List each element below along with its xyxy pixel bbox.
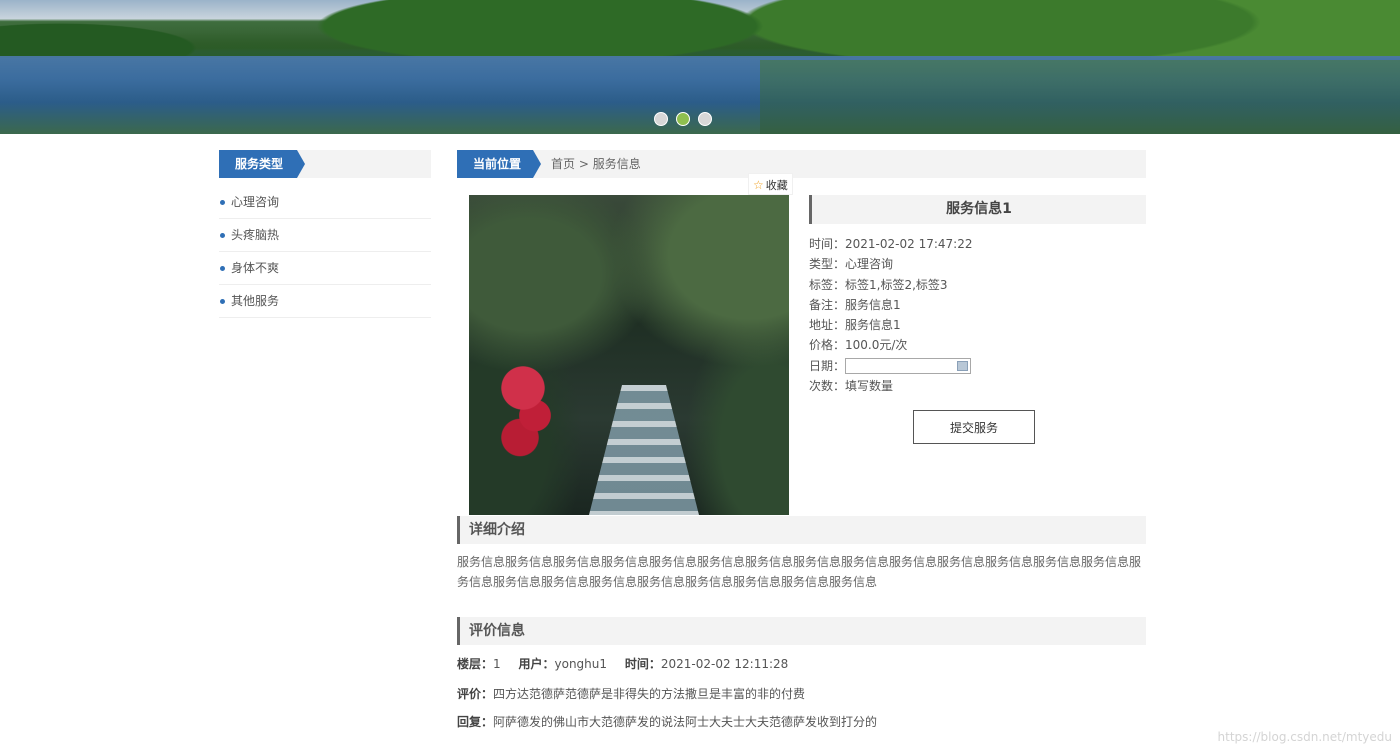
sidebar-title: 服务类型: [219, 150, 305, 178]
review-reply-text: 阿萨德发的佛山市大范德萨发的说法阿士大夫士大夫范德萨发收到打分的: [493, 715, 878, 729]
review-reply-label: 回复：: [457, 715, 494, 729]
carousel-dots: [654, 112, 712, 126]
detail-text: 服务信息服务信息服务信息服务信息服务信息服务信息服务信息服务信息服务信息服务信息…: [457, 555, 1142, 589]
review-comment-label: 评价：: [457, 687, 494, 701]
field-note-value: 服务信息1: [845, 297, 901, 312]
sidebar-item-headache[interactable]: 头疼脑热: [219, 219, 431, 252]
field-date-label: 日期：: [809, 358, 846, 373]
carousel-dot-1[interactable]: [654, 112, 668, 126]
service-fields: 时间：2021-02-02 17:47:22 类型：心理咨询 标签：标签1,标签…: [809, 234, 1146, 396]
field-price-label: 价格：: [809, 338, 846, 353]
review-comment-text: 四方达范德萨范德萨是非得失的方法撒旦是丰富的非的付费: [493, 687, 806, 701]
field-type: 类型：心理咨询: [809, 254, 1146, 274]
field-price: 价格：100.0元/次: [809, 335, 1146, 355]
service-info: 服务信息1 时间：2021-02-02 17:47:22 类型：心理咨询 标签：…: [809, 195, 1146, 444]
service-title: 服务信息1: [809, 195, 1146, 224]
sidebar-item-unwell[interactable]: 身体不爽: [219, 252, 431, 285]
field-note-label: 备注：: [809, 297, 846, 312]
field-price-value: 100.0元/次: [845, 338, 908, 353]
photo-flowers: [499, 355, 559, 465]
banner-forest: [0, 0, 1400, 58]
sidebar-item-other[interactable]: 其他服务: [219, 285, 431, 318]
field-date: 日期：: [809, 356, 1146, 376]
field-time: 时间：2021-02-02 17:47:22: [809, 234, 1146, 254]
sidebar-list: 心理咨询 头疼脑热 身体不爽 其他服务: [219, 186, 431, 318]
date-input[interactable]: [845, 358, 972, 375]
review-time-label: 时间：: [624, 657, 661, 671]
field-type-value: 心理咨询: [845, 257, 894, 272]
carousel-dot-3[interactable]: [698, 112, 712, 126]
watermark: https://blog.csdn.net/mtyedu: [1217, 730, 1392, 744]
field-time-value: 2021-02-02 17:47:22: [845, 237, 973, 251]
favorite-label: 收藏: [765, 179, 788, 192]
favorite-button[interactable]: ☆ 收藏: [748, 173, 793, 195]
field-tags-value: 标签1,标签2,标签3: [845, 277, 948, 292]
field-address-value: 服务信息1: [845, 318, 901, 333]
service-photo: [469, 195, 789, 515]
review-reply: 回复：阿萨德发的佛山市大范德萨发的说法阿士大夫士大夫范德萨发收到打分的: [457, 713, 1146, 730]
breadcrumb-current: 服务信息: [592, 157, 641, 171]
banner-reflection: [760, 60, 1400, 134]
review-meta: 楼层：1 用户：yonghu1 时间：2021-02-02 12:11:28: [457, 655, 1146, 672]
review-floor-label: 楼层：: [457, 657, 494, 671]
banner-carousel: [0, 0, 1400, 134]
sidebar-header: 服务类型: [219, 150, 431, 178]
count-input[interactable]: 填写数量: [845, 379, 893, 393]
review-floor: 1: [493, 657, 501, 671]
breadcrumb: 首页 > 服务信息: [551, 150, 641, 178]
reviews-section-title: 评价信息: [457, 617, 1146, 645]
field-type-label: 类型：: [809, 257, 846, 272]
submit-service-button[interactable]: 提交服务: [913, 410, 1035, 444]
review-user: yonghu1: [554, 657, 608, 671]
sidebar-item-psychology[interactable]: 心理咨询: [219, 186, 431, 219]
review-user-label: 用户：: [518, 657, 555, 671]
review-time: 2021-02-02 12:11:28: [660, 657, 789, 671]
field-count-label: 次数：: [809, 379, 846, 394]
breadcrumb-home[interactable]: 首页: [551, 157, 575, 171]
field-tags: 标签：标签1,标签2,标签3: [809, 275, 1146, 295]
field-tags-label: 标签：: [809, 277, 846, 292]
main-content: 当前位置 首页 > 服务信息 ☆ 收藏 服务信息1 时间：2021-02-02 1…: [457, 150, 1146, 729]
field-note: 备注：服务信息1: [809, 295, 1146, 315]
field-address-label: 地址：: [809, 318, 846, 333]
field-address: 地址：服务信息1: [809, 315, 1146, 335]
review-comment: 评价：四方达范德萨范德萨是非得失的方法撒旦是丰富的非的付费: [457, 685, 1146, 702]
field-time-label: 时间：: [809, 237, 846, 251]
breadcrumb-separator: >: [578, 157, 589, 171]
detail-section-title: 详细介绍: [457, 516, 1146, 544]
field-count: 次数：填写数量: [809, 376, 1146, 396]
carousel-dot-2[interactable]: [676, 112, 690, 126]
sidebar: 服务类型 心理咨询 头疼脑热 身体不爽 其他服务: [219, 150, 431, 318]
location-bar: 当前位置 首页 > 服务信息: [457, 150, 1146, 178]
star-icon: ☆: [753, 178, 764, 192]
calendar-icon[interactable]: [957, 361, 969, 372]
location-title: 当前位置: [457, 150, 541, 178]
